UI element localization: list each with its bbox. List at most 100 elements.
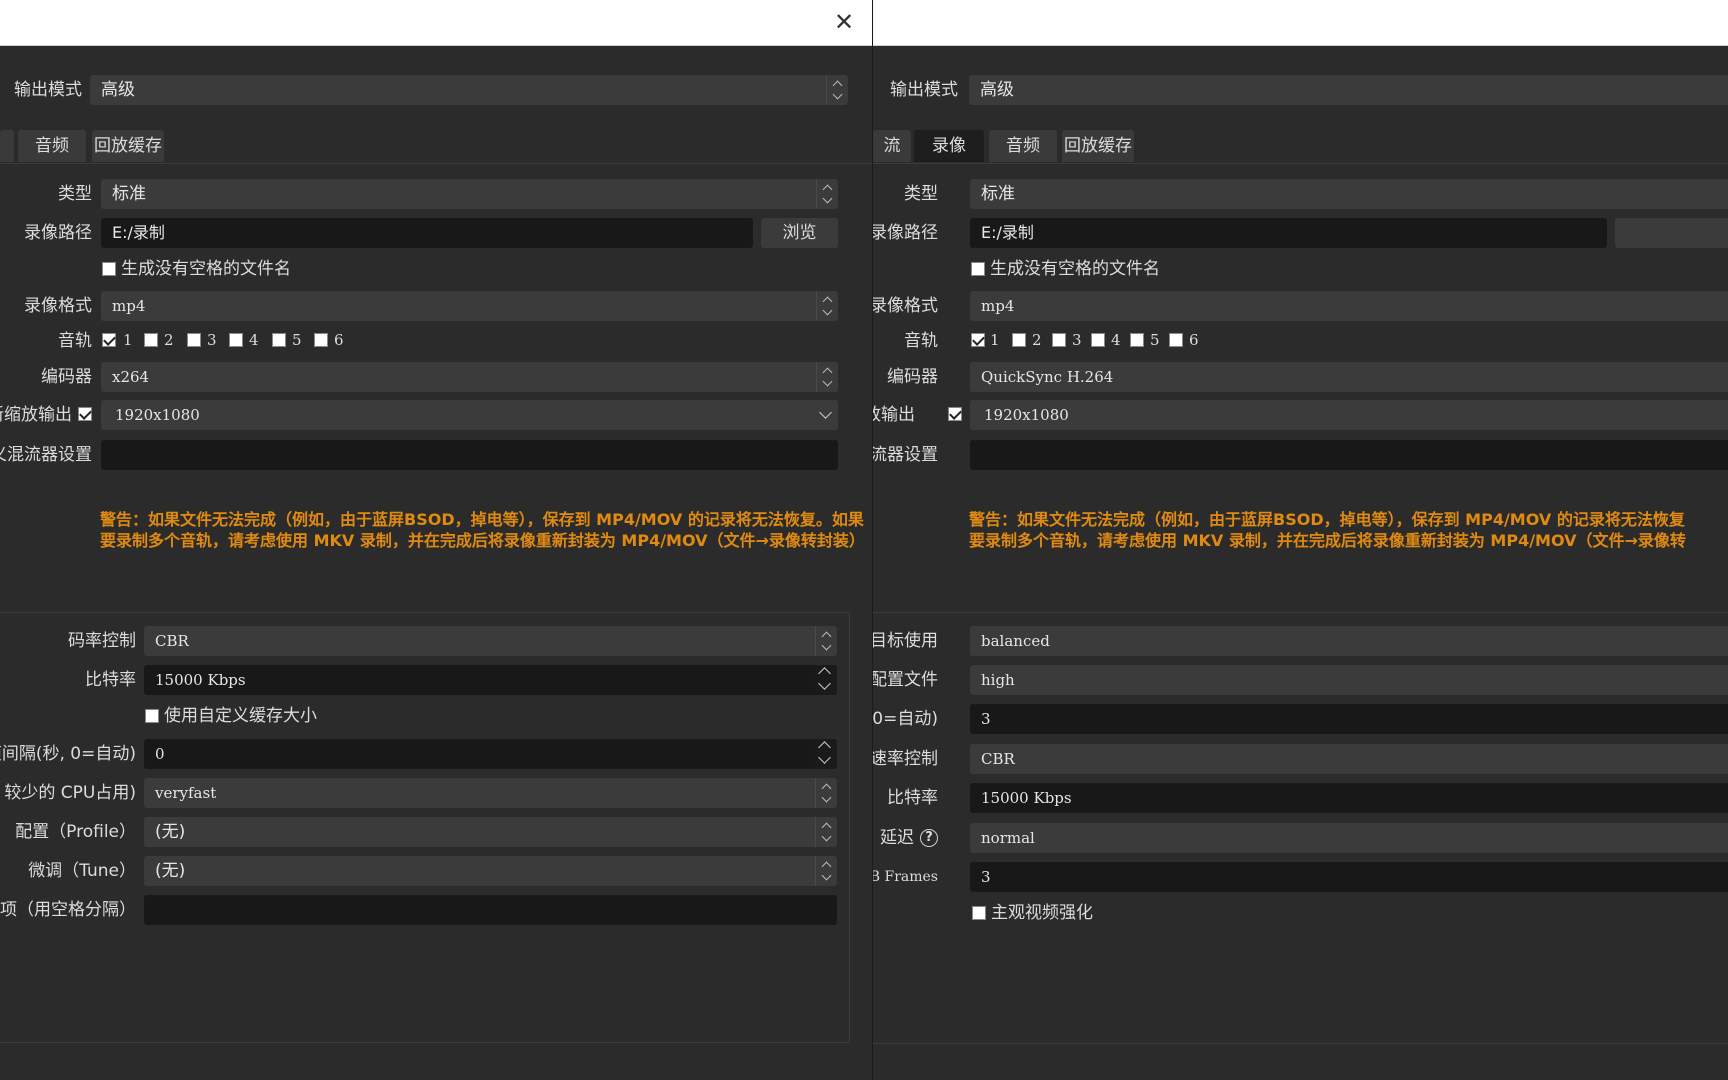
rate-control-select[interactable]: CBR xyxy=(144,626,837,656)
rescale-checkbox[interactable] xyxy=(948,407,962,421)
muxer-input[interactable] xyxy=(101,440,838,470)
tab-audio[interactable]: 音频 xyxy=(18,130,86,162)
rescale-select[interactable]: 1920x1080 xyxy=(101,400,838,430)
subjective-enhance-label: 主观视频强化 xyxy=(991,903,1093,923)
spin-arrows-icon xyxy=(816,291,838,321)
rec-path-input[interactable]: E:/录制 xyxy=(101,218,753,248)
subjective-enhance-checkbox[interactable] xyxy=(972,906,986,920)
no-space-label: 生成没有空格的文件名 xyxy=(990,259,1160,279)
latency-select[interactable]: normal xyxy=(970,823,1728,853)
title-bar xyxy=(873,0,1728,46)
preset-label: 5 = 较少的 CPU占用) xyxy=(0,783,136,803)
tab-replay-buffer[interactable]: 回放缓存 xyxy=(92,130,164,162)
track-2-label: 2 xyxy=(164,331,174,349)
output-mode-select[interactable]: 高级 xyxy=(969,75,1728,105)
browse-button[interactable]: 浏览 xyxy=(761,218,838,248)
no-space-checkbox[interactable] xyxy=(102,262,116,276)
output-mode-value: 高级 xyxy=(101,80,135,100)
rescale-value: 1920x1080 xyxy=(115,406,200,424)
custom-buffer-checkbox[interactable] xyxy=(145,709,159,723)
profile-label: 配置（Profile） xyxy=(15,822,136,842)
tab-recording[interactable] xyxy=(0,130,14,162)
track-6-checkbox[interactable] xyxy=(314,333,328,347)
tab-replay-buffer[interactable]: 回放缓存 xyxy=(1062,130,1134,162)
track-3-checkbox[interactable] xyxy=(1052,333,1066,347)
latency-label: 延迟 xyxy=(880,828,914,848)
encoder-select[interactable]: QuickSync H.264 xyxy=(970,362,1728,392)
rescale-label: 重新缩放输出 xyxy=(873,405,915,425)
type-select[interactable]: 标准 xyxy=(101,179,838,209)
spin-arrows-icon xyxy=(816,362,838,392)
preset-value: veryfast xyxy=(155,784,217,802)
tab-stream[interactable]: 流 xyxy=(873,130,911,162)
up-down-arrows-icon[interactable] xyxy=(815,739,837,769)
rec-format-value: mp4 xyxy=(112,297,146,315)
track-6-label: 6 xyxy=(334,331,344,349)
keyint-label: 关键帧间隔(秒, 0=自动) xyxy=(873,709,938,729)
muxer-input[interactable] xyxy=(970,440,1728,470)
track-3-checkbox[interactable] xyxy=(187,333,201,347)
track-4-checkbox[interactable] xyxy=(1091,333,1105,347)
x264-options-input[interactable] xyxy=(144,895,837,925)
up-down-arrows-icon[interactable] xyxy=(815,665,837,695)
bottom-border xyxy=(873,1043,1728,1044)
tune-value: (无) xyxy=(155,861,186,881)
tab-divider xyxy=(0,163,872,164)
x264-options-label: 4 选项（用空格分隔） xyxy=(0,900,136,920)
preset-select[interactable]: veryfast xyxy=(144,778,837,808)
track-5-checkbox[interactable] xyxy=(272,333,286,347)
no-space-label: 生成没有空格的文件名 xyxy=(121,259,291,279)
rec-path-input[interactable]: E:/录制 xyxy=(970,218,1607,248)
track-2-checkbox[interactable] xyxy=(1012,333,1026,347)
tab-recording[interactable]: 录像 xyxy=(914,130,984,162)
profile-select[interactable]: (无) xyxy=(144,817,837,847)
keyint-spinbox[interactable]: 0 xyxy=(144,739,837,769)
track-1-checkbox[interactable] xyxy=(102,333,116,347)
bitrate-spinbox[interactable]: 15000 Kbps xyxy=(144,665,837,695)
spin-arrows-icon xyxy=(816,179,838,209)
tune-select[interactable]: (无) xyxy=(144,856,837,886)
output-mode-select[interactable]: 高级 xyxy=(90,75,848,105)
close-icon[interactable]: ✕ xyxy=(831,9,857,35)
type-value: 标准 xyxy=(112,184,146,204)
no-space-checkbox[interactable] xyxy=(971,262,985,276)
bitrate-spinbox[interactable]: 15000 Kbps xyxy=(970,783,1728,813)
rescale-label: 新缩放输出 xyxy=(0,405,72,425)
bitrate-label: 比特率 xyxy=(887,788,938,808)
track-5-label: 5 xyxy=(292,331,302,349)
profile-select[interactable]: high xyxy=(970,665,1728,695)
help-icon[interactable]: ? xyxy=(920,829,938,847)
bitrate-value: 15000 Kbps xyxy=(155,671,246,689)
encoder-group-border xyxy=(873,612,1728,613)
rate-control-select[interactable]: CBR xyxy=(970,744,1728,774)
custom-buffer-label: 使用自定义缓存大小 xyxy=(164,706,317,726)
rec-format-select[interactable]: mp4 xyxy=(101,291,838,321)
track-1-checkbox[interactable] xyxy=(971,333,985,347)
rec-path-label: 录像路径 xyxy=(24,223,92,243)
profile-label: 配置文件 xyxy=(873,670,938,690)
encoder-select[interactable]: x264 xyxy=(101,362,838,392)
type-label: 类型 xyxy=(58,184,92,204)
rescale-checkbox[interactable] xyxy=(78,407,92,421)
browse-button[interactable] xyxy=(1615,218,1728,248)
tab-divider xyxy=(873,163,1728,164)
bframes-spinbox[interactable]: 3 xyxy=(970,862,1728,892)
output-mode-label: 输出模式 xyxy=(14,80,82,100)
rec-format-select[interactable]: mp4 xyxy=(970,291,1728,321)
rescale-select[interactable]: 1920x1080 xyxy=(970,400,1728,430)
target-usage-select[interactable]: balanced xyxy=(970,626,1728,656)
track-4-checkbox[interactable] xyxy=(229,333,243,347)
keyint-spinbox[interactable]: 3 xyxy=(970,704,1728,734)
warning-line-2: 要录制多个音轨，请考虑使用 MKV 录制，并在完成后将录像重新封装为 MP4/M… xyxy=(100,531,865,550)
tab-audio[interactable]: 音频 xyxy=(989,130,1057,162)
spin-arrows-icon xyxy=(815,778,837,808)
track-2-checkbox[interactable] xyxy=(144,333,158,347)
track-4-label: 4 xyxy=(249,331,259,349)
track-6-checkbox[interactable] xyxy=(1169,333,1183,347)
spin-arrows-icon xyxy=(826,75,848,105)
left-settings-panel: ✕ 输出模式 高级 音频 回放缓存 类型 标准 录像路径 E:/录制 浏览 生成… xyxy=(0,0,872,1080)
keyint-label: 键帧间隔(秒, 0=自动) xyxy=(0,744,136,764)
type-select[interactable]: 标准 xyxy=(970,179,1728,209)
bitrate-label: 比特率 xyxy=(85,670,136,690)
track-5-checkbox[interactable] xyxy=(1130,333,1144,347)
